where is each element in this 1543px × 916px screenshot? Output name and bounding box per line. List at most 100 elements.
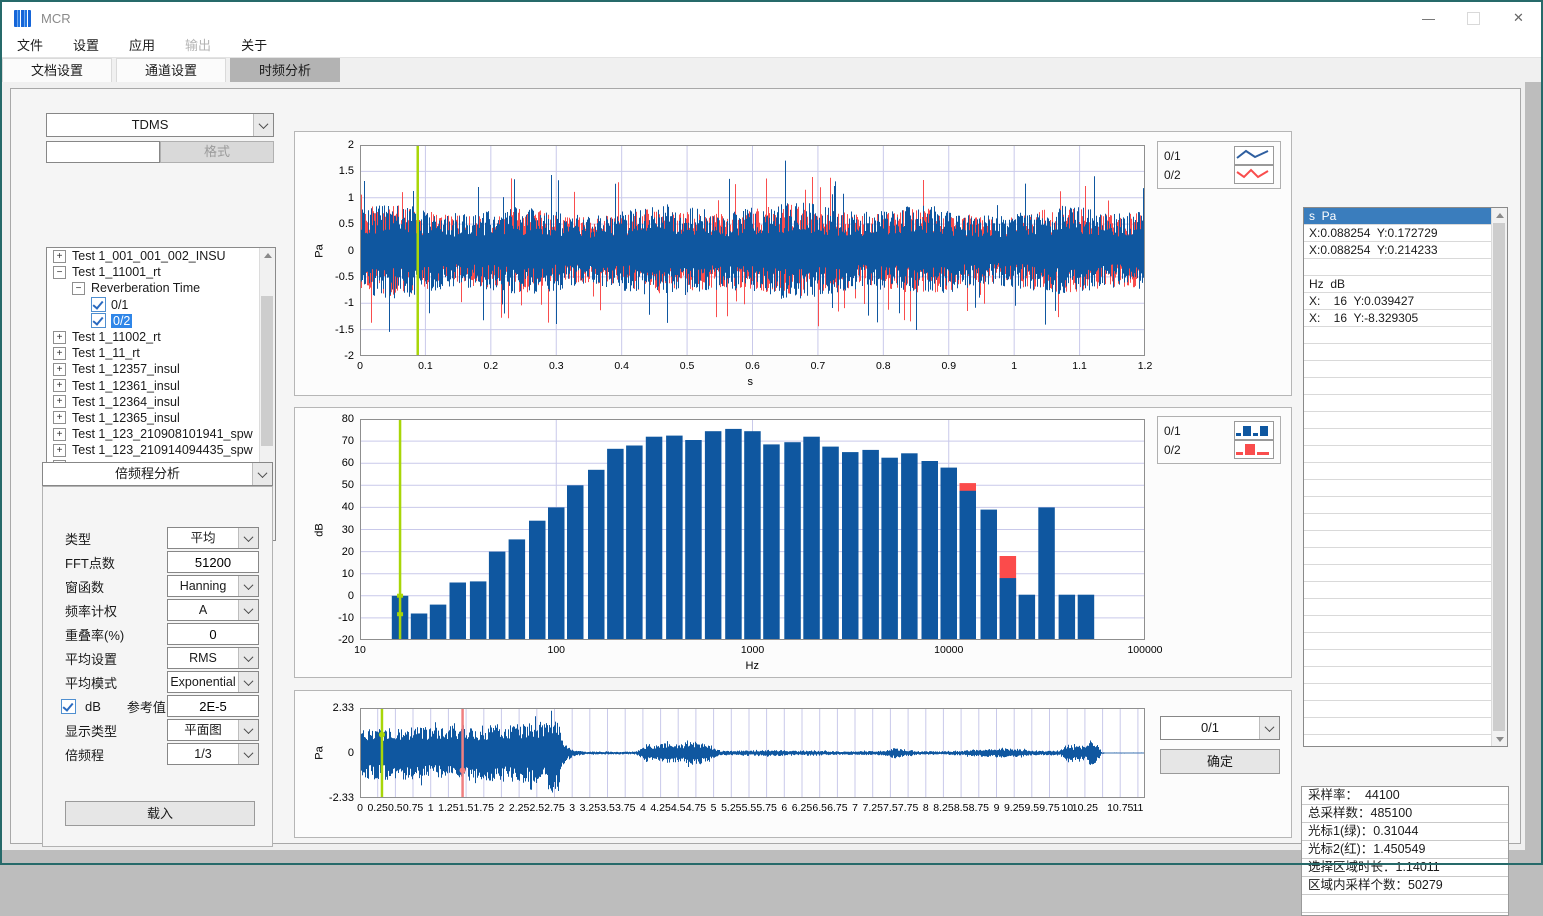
tree-item[interactable]: +Test 1_12364_insul: [47, 394, 275, 410]
readout-row[interactable]: [1304, 684, 1491, 701]
readout-row[interactable]: [1304, 650, 1491, 667]
field-combo[interactable]: Exponential: [167, 671, 259, 693]
readout-row[interactable]: [1304, 701, 1491, 718]
expand-icon[interactable]: +: [53, 395, 66, 408]
expand-icon[interactable]: +: [53, 379, 66, 392]
readout-row[interactable]: X: 16 Y:0.039427: [1304, 293, 1491, 310]
field-input[interactable]: [167, 551, 259, 573]
plot-area[interactable]: [360, 419, 1145, 640]
readout-row[interactable]: [1304, 480, 1491, 497]
readout-row[interactable]: [1304, 395, 1491, 412]
readout-row[interactable]: Hz dB: [1304, 276, 1491, 293]
legend-line-icon[interactable]: [1234, 146, 1274, 165]
db-checkbox[interactable]: [61, 699, 76, 714]
field-combo[interactable]: Hanning: [167, 575, 259, 597]
field-combo[interactable]: 平面图: [167, 719, 259, 741]
tree-item[interactable]: 0/2: [47, 313, 275, 329]
field-combo[interactable]: RMS: [167, 647, 259, 669]
expand-icon[interactable]: +: [53, 347, 66, 360]
readout-row[interactable]: [1304, 378, 1491, 395]
readout-row[interactable]: [1304, 412, 1491, 429]
tree-item[interactable]: −Test 1_11001_rt: [47, 264, 275, 280]
legend-row[interactable]: 0/2: [1164, 440, 1274, 459]
readout-row[interactable]: [1304, 361, 1491, 378]
collapse-icon[interactable]: −: [53, 266, 66, 279]
format-button[interactable]: 格式: [160, 141, 274, 163]
readout-row[interactable]: X:0.088254 Y:0.214233: [1304, 242, 1491, 259]
plot-legend[interactable]: 0/10/2: [1157, 141, 1281, 189]
overview-waveform-chart[interactable]: 0/1 确定 2.330-2.3300.250.50.7511.251.51.7…: [294, 690, 1292, 838]
checkbox-checked-icon[interactable]: [91, 297, 106, 312]
readout-row[interactable]: [1304, 446, 1491, 463]
readout-row[interactable]: [1304, 259, 1491, 276]
legend-row[interactable]: 0/2: [1164, 165, 1274, 184]
time-waveform-chart[interactable]: 21.510.50-0.5-1-1.5-200.10.20.30.40.50.6…: [294, 131, 1292, 396]
readout-row[interactable]: [1304, 429, 1491, 446]
expand-icon[interactable]: +: [53, 250, 66, 263]
readout-row[interactable]: [1304, 497, 1491, 514]
confirm-button[interactable]: 确定: [1160, 749, 1280, 774]
file-format-combo[interactable]: TDMS: [46, 113, 274, 137]
checkbox-checked-icon[interactable]: [91, 313, 106, 328]
readout-scrollbar[interactable]: [1491, 208, 1507, 746]
readout-row[interactable]: [1304, 344, 1491, 361]
channel-select-combo[interactable]: 0/1: [1160, 716, 1280, 740]
readout-row[interactable]: [1304, 667, 1491, 684]
legend-row[interactable]: 0/1: [1164, 421, 1274, 440]
expand-icon[interactable]: +: [53, 331, 66, 344]
readout-row[interactable]: [1304, 327, 1491, 344]
legend-line-icon[interactable]: [1234, 165, 1274, 184]
field-combo[interactable]: 平均: [167, 527, 259, 549]
field-combo[interactable]: A: [167, 599, 259, 621]
readout-row[interactable]: [1304, 718, 1491, 735]
field-input[interactable]: [167, 623, 259, 645]
menu-item[interactable]: 设置: [58, 35, 114, 57]
readout-scroll-thumb[interactable]: [1493, 223, 1505, 731]
readout-row[interactable]: s Pa: [1304, 208, 1491, 225]
maximize-button[interactable]: [1451, 2, 1496, 34]
field-input[interactable]: [167, 695, 259, 717]
tree-item[interactable]: +Test 1_11_rt: [47, 345, 275, 361]
scroll-up-icon[interactable]: [1492, 208, 1507, 222]
readout-row[interactable]: [1304, 599, 1491, 616]
load-button[interactable]: 载入: [65, 801, 255, 826]
readout-row[interactable]: [1304, 633, 1491, 650]
readout-row[interactable]: [1304, 582, 1491, 599]
scroll-up-icon[interactable]: [260, 248, 275, 262]
analysis-type-combo[interactable]: 倍频程分析: [42, 462, 273, 486]
tree-item[interactable]: +Test 1_12357_insul: [47, 361, 275, 377]
tree-item[interactable]: −Reverberation Time: [47, 280, 275, 296]
tree-item[interactable]: +Test 1_123_210908101941_spw: [47, 426, 275, 442]
readout-row[interactable]: X: 16 Y:-8.329305: [1304, 310, 1491, 327]
expand-icon[interactable]: +: [53, 428, 66, 441]
tree-scroll-thumb[interactable]: [261, 296, 273, 446]
legend-row[interactable]: 0/1: [1164, 146, 1274, 165]
readout-row[interactable]: [1304, 616, 1491, 633]
tab-inactive[interactable]: 文档设置: [2, 58, 112, 82]
expand-icon[interactable]: +: [53, 444, 66, 457]
menu-item[interactable]: 关于: [226, 35, 282, 57]
tab-active[interactable]: 时频分析: [230, 58, 340, 82]
legend-bar-icon[interactable]: [1234, 440, 1274, 459]
expand-icon[interactable]: +: [53, 411, 66, 424]
tab-inactive[interactable]: 通道设置: [116, 58, 226, 82]
tree-item[interactable]: 0/1: [47, 297, 275, 313]
readout-row[interactable]: [1304, 548, 1491, 565]
minimize-button[interactable]: —: [1406, 2, 1451, 34]
plot-legend[interactable]: 0/10/2: [1157, 416, 1281, 464]
readout-row[interactable]: [1304, 531, 1491, 548]
field-combo[interactable]: 1/3: [167, 743, 259, 765]
menu-item[interactable]: 输出: [170, 35, 226, 57]
plot-area[interactable]: [360, 708, 1145, 798]
menu-item[interactable]: 应用: [114, 35, 170, 57]
tree-item[interactable]: +Test 1_11002_rt: [47, 329, 275, 345]
readout-row[interactable]: [1304, 514, 1491, 531]
tree-item[interactable]: +Test 1_12361_insul: [47, 378, 275, 394]
tree-item[interactable]: +Test 1_123_210914094435_spw: [47, 442, 275, 458]
octave-spectrum-chart[interactable]: 80706050403020100-10-2010100100010000100…: [294, 407, 1292, 678]
plot-area[interactable]: [360, 145, 1145, 356]
tree-item[interactable]: +Test 1_001_001_002_INSU: [47, 248, 275, 264]
readout-row[interactable]: X:0.088254 Y:0.172729: [1304, 225, 1491, 242]
close-button[interactable]: ✕: [1496, 2, 1541, 34]
menu-item[interactable]: 文件: [2, 35, 58, 57]
